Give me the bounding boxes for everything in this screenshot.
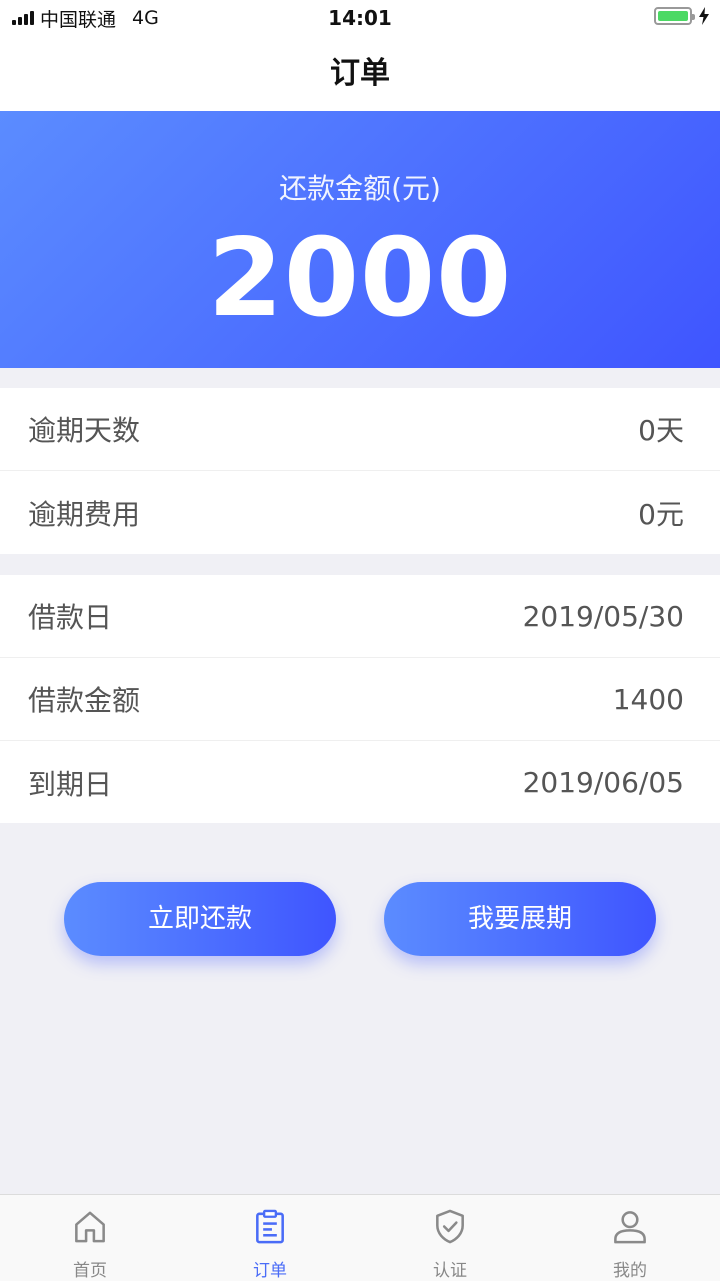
due-date-value: 2019/06/05 — [522, 766, 684, 799]
overdue-fee-value: 0元 — [638, 497, 684, 531]
nav-bar: 订单 — [0, 36, 720, 111]
charging-icon — [699, 7, 709, 25]
tab-bar: 首页 订单 认证 我的 — [0, 1194, 720, 1281]
overdue-fee-label: 逾期费用 — [28, 497, 141, 531]
extend-loan-button[interactable]: 我要展期 — [384, 882, 656, 956]
repayment-amount-label: 还款金额(元) — [279, 172, 441, 205]
shield-check-icon — [436, 1209, 464, 1244]
repayment-amount-value: 2000 — [207, 216, 513, 341]
tab-verify[interactable]: 认证 — [360, 1195, 540, 1281]
battery-icon — [654, 7, 695, 25]
status-bar: 中国联通 4G 14:01 — [0, 0, 720, 36]
tab-home[interactable]: 首页 — [0, 1195, 180, 1281]
tab-order[interactable]: 订单 — [180, 1195, 360, 1281]
tab-mine-label: 我的 — [613, 1261, 647, 1281]
tab-mine[interactable]: 我的 — [540, 1195, 720, 1281]
overdue-days-value: 0天 — [638, 414, 684, 447]
due-date-row: 到期日 2019/06/05 — [0, 741, 720, 824]
tab-home-label: 首页 — [73, 1261, 107, 1281]
loan-date-row: 借款日 2019/05/30 — [0, 575, 720, 658]
order-icon — [256, 1209, 284, 1244]
tab-verify-label: 认证 — [433, 1261, 467, 1281]
status-time: 14:01 — [328, 6, 392, 30]
overdue-days-row: 逾期天数 0天 — [0, 388, 720, 471]
user-icon — [614, 1211, 646, 1244]
battery-fill — [658, 11, 688, 21]
repayment-banner: 还款金额(元) 2000 — [0, 111, 720, 368]
overdue-days-label: 逾期天数 — [28, 414, 141, 447]
status-right — [654, 7, 710, 25]
loan-amount-value: 1400 — [612, 682, 684, 716]
overdue-info-group: 逾期天数 0天 逾期费用 0元 — [0, 388, 720, 554]
loan-amount-label: 借款金额 — [28, 684, 141, 717]
page-title: 订单 — [330, 56, 390, 91]
home-icon — [75, 1211, 105, 1243]
loan-date-label: 借款日 — [28, 601, 113, 634]
tab-order-label: 订单 — [253, 1261, 287, 1281]
loan-date-value: 2019/05/30 — [522, 599, 684, 633]
repay-now-button[interactable]: 立即还款 — [64, 882, 336, 956]
loan-amount-row: 借款金额 1400 — [0, 658, 720, 741]
overdue-fee-row: 逾期费用 0元 — [0, 471, 720, 554]
due-date-label: 到期日 — [28, 767, 113, 801]
loan-info-group: 借款日 2019/05/30 借款金额 1400 到期日 2019/06/05 — [0, 575, 720, 823]
